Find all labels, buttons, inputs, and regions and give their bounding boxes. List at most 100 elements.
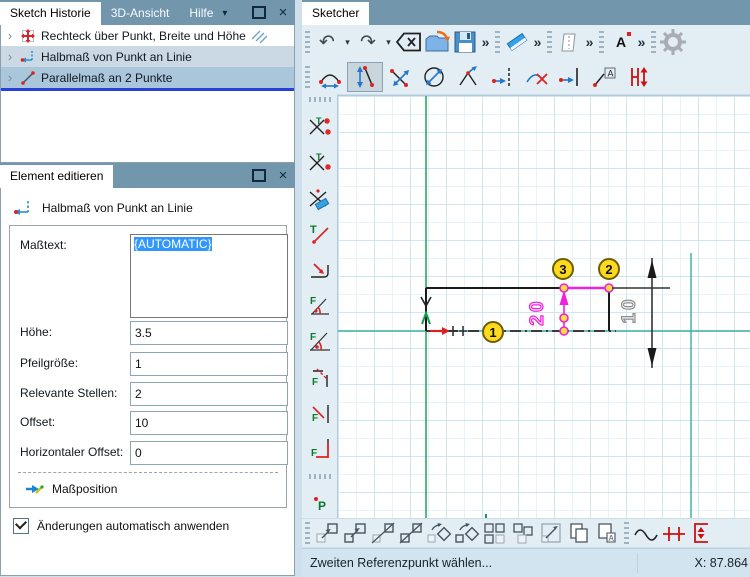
redo-button[interactable]: ↷ <box>354 28 382 56</box>
toolbar-drag-handle[interactable] <box>599 31 604 53</box>
angle-dimension-button[interactable] <box>451 63 485 91</box>
magenta-half-dimension[interactable] <box>559 290 569 331</box>
point-to-line-dimension-button[interactable] <box>485 63 519 91</box>
tree-item-halbmass[interactable]: › Halbmaß von Punkt an Linie <box>1 46 294 67</box>
toolbar-drag-handle[interactable] <box>651 31 656 53</box>
toolbar-drag-handle[interactable] <box>305 522 310 544</box>
delete-arc-dimension-button[interactable] <box>519 63 553 91</box>
undo-button[interactable]: ↶ <box>313 28 341 56</box>
parallel-dimension-button[interactable] <box>383 63 417 91</box>
hoehe-input[interactable] <box>130 321 288 345</box>
toolbar-drag-handle[interactable] <box>547 31 552 53</box>
rotate-copy-button[interactable] <box>453 519 481 547</box>
grip-corner <box>604 283 614 293</box>
masstext-input[interactable]: {AUTOMATIC} <box>130 234 288 318</box>
expander-icon[interactable]: › <box>5 49 15 64</box>
copy-contour-button[interactable] <box>565 519 593 547</box>
separator <box>18 472 278 473</box>
horizontaler-offset-input[interactable] <box>130 441 288 465</box>
masstext-selected-text: {AUTOMATIC} <box>134 237 212 251</box>
distance-constraint-button[interactable]: F <box>306 400 334 428</box>
frame-symbol-button[interactable] <box>688 519 710 547</box>
angle-constraint-button[interactable]: F <box>306 292 334 320</box>
redo-dropdown-button[interactable]: ▾ <box>382 28 395 56</box>
close-button[interactable]: × <box>271 0 295 25</box>
dimension-text-icon: A <box>593 67 616 87</box>
pattern-group-button[interactable] <box>509 519 537 547</box>
toolbar-drag-handle[interactable] <box>495 31 500 53</box>
scale-button[interactable] <box>537 519 565 547</box>
tree-item-parallelmass[interactable]: › Parallelmaß an 2 Punkte <box>1 67 294 88</box>
copy-with-text-button[interactable]: A <box>593 519 621 547</box>
move-button[interactable] <box>313 519 341 547</box>
massposition-button[interactable]: Maßposition <box>24 480 117 498</box>
close-button[interactable]: × <box>271 163 295 188</box>
intersection-point-button[interactable]: T <box>306 113 334 141</box>
pattern-grid-button[interactable] <box>481 519 509 547</box>
height-dimension-button[interactable] <box>621 63 655 91</box>
copy-move-button[interactable] <box>341 519 369 547</box>
mirror-copy-button[interactable] <box>397 519 425 547</box>
line-to-line-dimension-button[interactable] <box>553 63 587 91</box>
maximize-button[interactable] <box>247 163 271 188</box>
offset-input[interactable] <box>130 411 288 435</box>
text-tool-button[interactable]: A <box>607 28 635 56</box>
expander-icon[interactable]: › <box>5 28 15 43</box>
tab-sketch-historie[interactable]: Sketch Historie <box>0 2 101 25</box>
sketch-rectangle[interactable] <box>425 286 610 331</box>
save-button[interactable] <box>451 28 479 56</box>
sketch-canvas[interactable]: 20 10 1 2 3 <box>337 95 750 519</box>
erase-tool-button[interactable] <box>503 28 531 56</box>
spline-button[interactable] <box>632 519 660 547</box>
right-angle-constraint-button[interactable]: F <box>306 435 334 463</box>
tangent-line-button[interactable]: T <box>306 220 334 248</box>
arc-dimension-button[interactable] <box>313 63 347 91</box>
delete-backspace-button[interactable] <box>395 28 423 56</box>
angle-constraint-2-button[interactable]: F <box>306 328 334 356</box>
pfeilgroesse-input[interactable] <box>130 352 288 376</box>
toolbar-drag-handle[interactable] <box>305 65 310 88</box>
corner-fillet-icon <box>310 263 329 278</box>
maximize-button[interactable] <box>247 0 271 25</box>
overflow-button[interactable]: » <box>531 28 544 56</box>
half-dimension-button[interactable] <box>347 61 383 92</box>
undo-dropdown-button[interactable]: ▾ <box>341 28 354 56</box>
toolbar-drag-handle[interactable] <box>624 522 629 544</box>
dimension-grips[interactable] <box>559 283 614 336</box>
relevante-stellen-input[interactable] <box>130 382 288 406</box>
copy-with-text-icon: A <box>598 523 616 543</box>
tab-hilfe[interactable]: Hilfe ▾ <box>179 2 237 25</box>
toolbar-drag-handle[interactable] <box>308 97 331 102</box>
diameter-dimension-button[interactable] <box>417 63 451 91</box>
open-file-button[interactable] <box>423 28 451 56</box>
corner-fillet-button[interactable] <box>306 256 334 284</box>
mirror-button[interactable] <box>369 519 397 547</box>
pfeilgroesse-label: Pfeilgröße: <box>20 356 79 370</box>
overflow-button[interactable]: » <box>583 28 596 56</box>
rotate-button[interactable] <box>425 519 453 547</box>
centerline-symbol-button[interactable] <box>660 519 688 547</box>
overflow-icon: » <box>637 34 646 50</box>
dimension-value-10[interactable]: 10 <box>618 288 642 332</box>
auto-apply-checkbox[interactable] <box>13 517 29 534</box>
trim-delete-button[interactable] <box>306 185 334 213</box>
settings-button[interactable] <box>659 28 687 56</box>
toolbar-separator <box>308 474 331 480</box>
perpendicular-constraint-button[interactable]: F <box>306 364 334 392</box>
expander-icon[interactable]: › <box>5 70 15 85</box>
tab-sketcher[interactable]: Sketcher <box>302 2 370 25</box>
overflow-button[interactable]: » <box>479 28 492 56</box>
chevron-down-icon[interactable]: ▾ <box>222 8 227 19</box>
editor-title: Halbmaß von Punkt an Linie <box>42 201 193 215</box>
panel-tool-button[interactable] <box>555 28 583 56</box>
point-tool-button[interactable]: P <box>306 490 334 518</box>
tab-element-editieren[interactable]: Element editieren <box>0 165 114 188</box>
overflow-button[interactable]: » <box>635 28 648 56</box>
toolbar-drag-handle[interactable] <box>305 31 310 53</box>
parallel-dimension-icon <box>390 68 409 87</box>
dimension-text-button[interactable]: A <box>587 63 621 91</box>
tab-3d-ansicht[interactable]: 3D-Ansicht <box>101 2 180 25</box>
tree-item-rechteck[interactable]: › Rechteck über Punkt, Breite und Höhe <box>1 25 294 46</box>
dimension-value-20[interactable]: 20 <box>526 290 550 334</box>
intersection-point-2-button[interactable]: T <box>306 149 334 177</box>
